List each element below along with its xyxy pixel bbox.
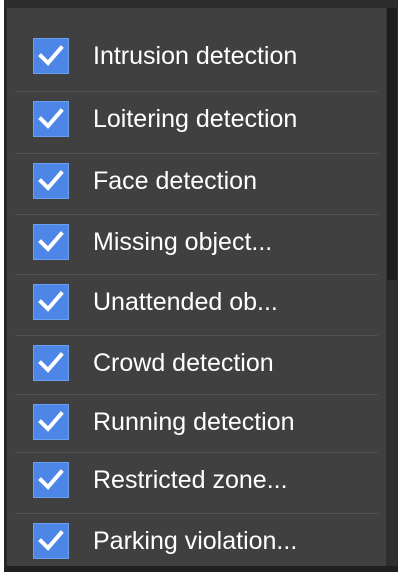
- checkbox-checked-icon[interactable]: [33, 462, 69, 498]
- option-label: Loitering detection: [93, 105, 298, 133]
- checkbox-checked-icon[interactable]: [33, 224, 69, 260]
- checkbox-checked-icon[interactable]: [33, 404, 69, 440]
- option-loitering-detection[interactable]: Loitering detection: [7, 91, 386, 147]
- detection-options-list: Intrusion detection Loitering detection …: [7, 8, 386, 566]
- option-face-detection[interactable]: Face detection: [7, 153, 386, 209]
- option-restricted-zone[interactable]: Restricted zone...: [7, 452, 386, 508]
- option-label: Missing object...: [93, 228, 273, 256]
- option-running-detection[interactable]: Running detection: [7, 394, 386, 450]
- checkbox-checked-icon[interactable]: [33, 38, 69, 74]
- checkbox-checked-icon[interactable]: [33, 284, 69, 320]
- option-label: Restricted zone...: [93, 466, 288, 494]
- checkbox-checked-icon[interactable]: [33, 345, 69, 381]
- option-crowd-detection[interactable]: Crowd detection: [7, 335, 386, 391]
- option-label: Unattended ob...: [93, 288, 278, 316]
- option-label: Intrusion detection: [93, 42, 298, 70]
- option-missing-object[interactable]: Missing object...: [7, 214, 386, 270]
- checkbox-checked-icon[interactable]: [33, 163, 69, 199]
- option-label: Crowd detection: [93, 349, 274, 377]
- vertical-scrollbar[interactable]: [386, 8, 398, 566]
- scrollbar-thumb[interactable]: [387, 8, 397, 280]
- option-label: Face detection: [93, 167, 257, 195]
- checkbox-checked-icon[interactable]: [33, 523, 69, 559]
- checkbox-checked-icon[interactable]: [33, 101, 69, 137]
- option-intrusion-detection[interactable]: Intrusion detection: [7, 28, 386, 84]
- option-label: Running detection: [93, 408, 295, 436]
- option-unattended-object[interactable]: Unattended ob...: [7, 274, 386, 330]
- option-label: Parking violation...: [93, 527, 298, 555]
- detection-options-panel: Intrusion detection Loitering detection …: [4, 0, 398, 572]
- option-parking-violation[interactable]: Parking violation...: [7, 513, 386, 566]
